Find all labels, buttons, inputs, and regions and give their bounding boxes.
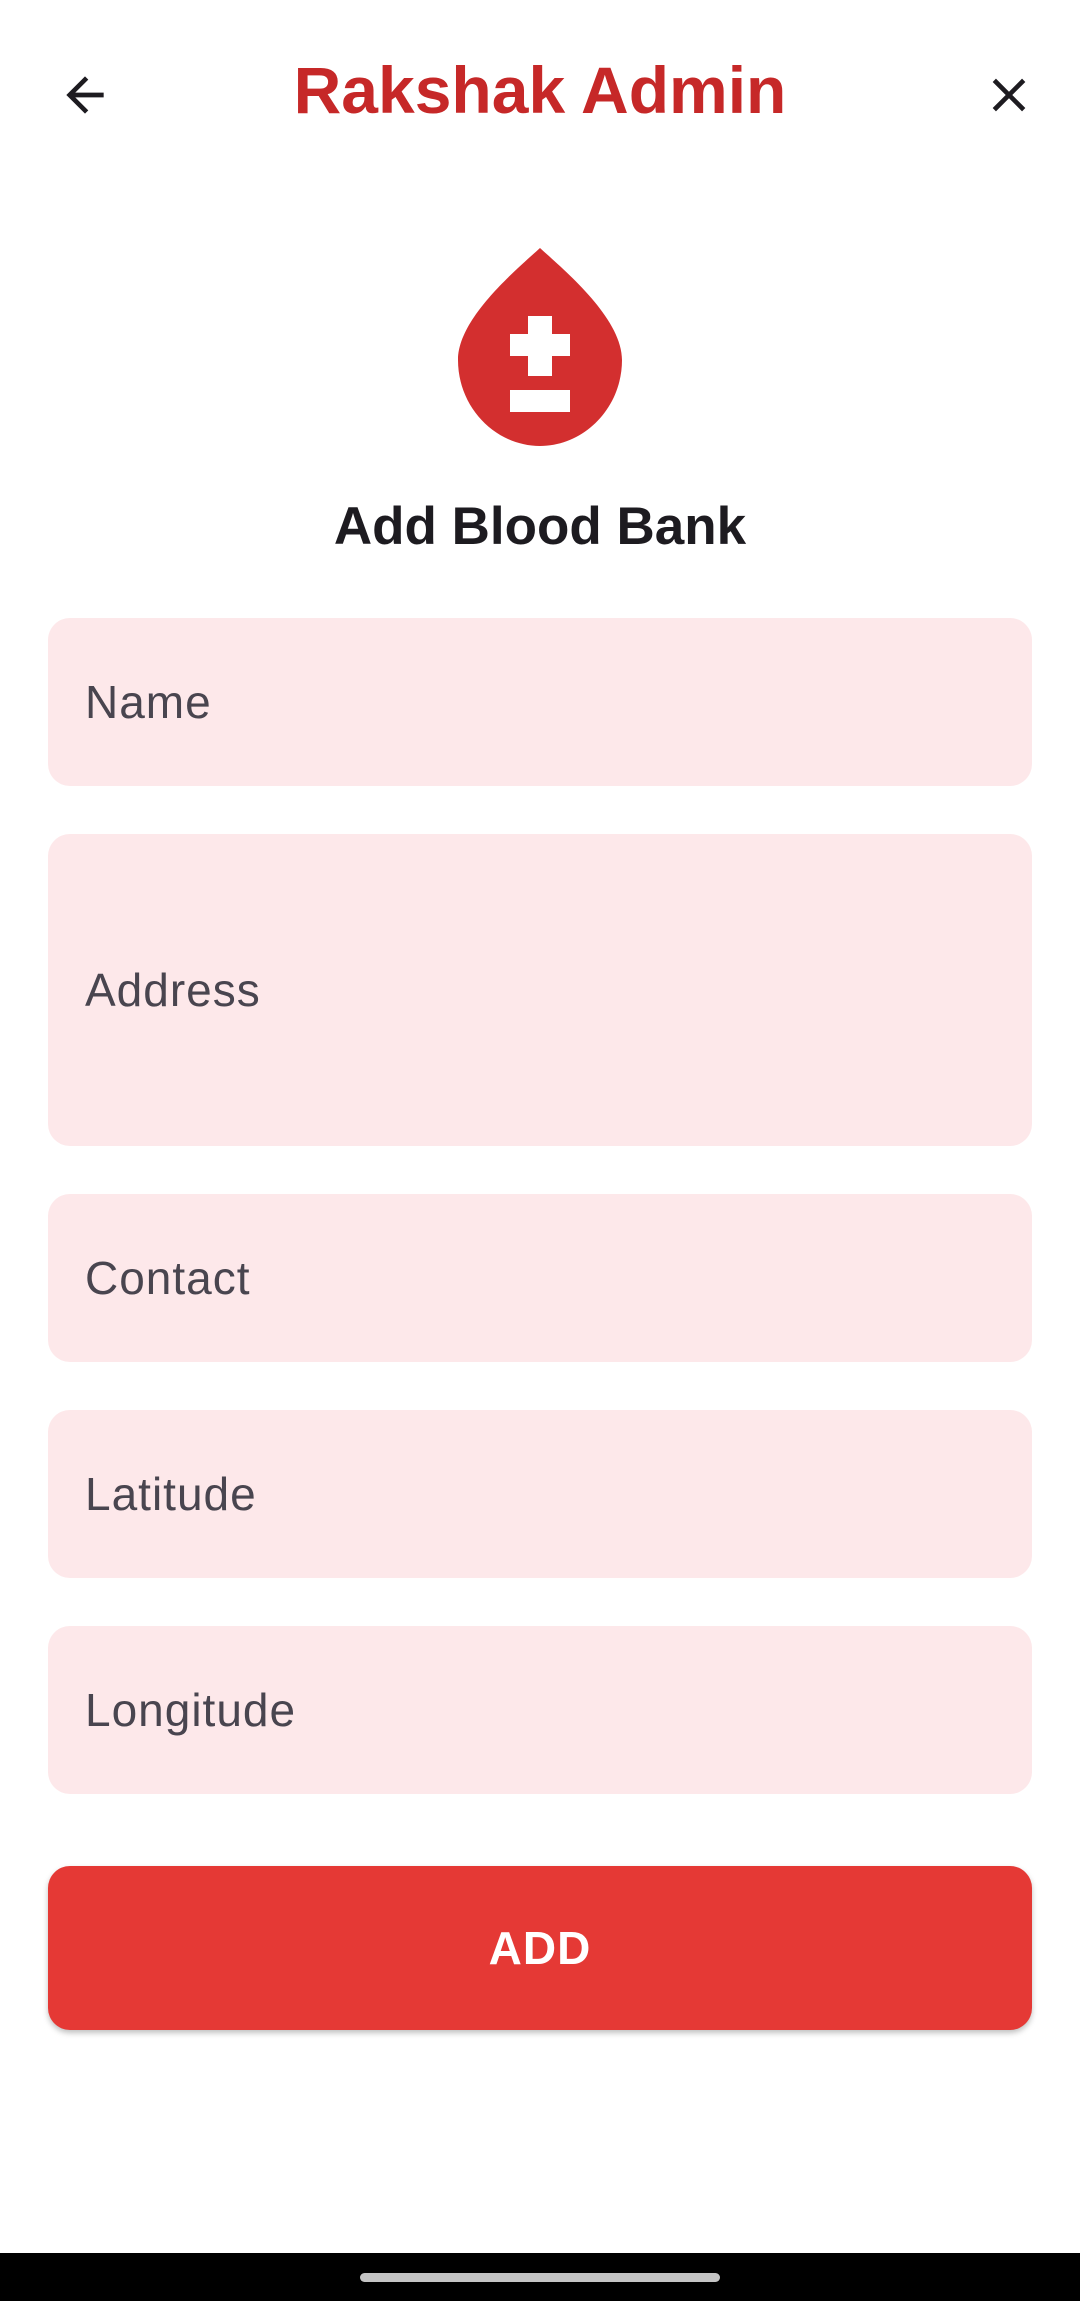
latitude-field[interactable]: Latitude xyxy=(48,1410,1032,1578)
address-field-label: Address xyxy=(85,964,261,1016)
longitude-field[interactable]: Longitude xyxy=(48,1626,1032,1794)
close-button[interactable] xyxy=(964,50,1054,140)
name-field-label: Name xyxy=(85,676,212,728)
longitude-field-label: Longitude xyxy=(85,1684,297,1736)
page-title: Add Blood Bank xyxy=(333,497,747,556)
address-field[interactable]: Address xyxy=(48,834,1032,1146)
blood-drop-plus-minus-icon xyxy=(458,248,622,446)
close-icon xyxy=(992,78,1026,112)
contact-field-label: Contact xyxy=(85,1252,251,1304)
home-indicator[interactable] xyxy=(360,2273,720,2282)
add-button-label: ADD xyxy=(488,1922,592,1974)
app-bar: Rakshak Admin xyxy=(0,0,1080,190)
latitude-field-label: Latitude xyxy=(85,1468,257,1520)
contact-field[interactable]: Contact xyxy=(48,1194,1032,1362)
system-navigation-bar xyxy=(0,2253,1080,2301)
name-field[interactable]: Name xyxy=(48,618,1032,786)
app-title: Rakshak Admin xyxy=(293,53,787,127)
add-button[interactable]: ADD xyxy=(48,1866,1032,2030)
